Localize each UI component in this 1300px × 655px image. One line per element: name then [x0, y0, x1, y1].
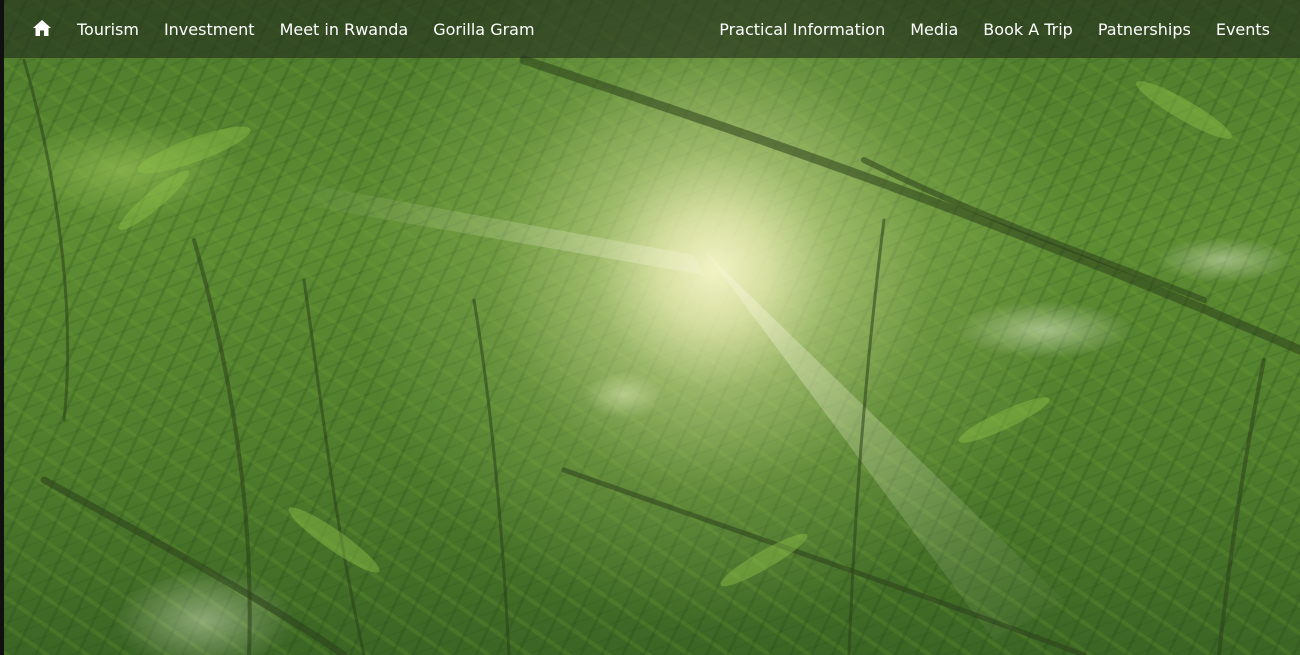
nav-item-events[interactable]: Events: [1216, 20, 1270, 39]
nav-right-group: Practical Information Media Book A Trip …: [719, 0, 1270, 58]
sunlight-overlay: [22, 55, 1300, 655]
page: Tourism Investment Meet in Rwanda Gorill…: [0, 0, 1300, 655]
main-navigation: Tourism Investment Meet in Rwanda Gorill…: [4, 0, 1300, 58]
nav-item-practical-information[interactable]: Practical Information: [719, 20, 885, 39]
nav-item-partnerships[interactable]: Patnerships: [1098, 20, 1191, 39]
nav-item-investment[interactable]: Investment: [164, 20, 255, 39]
home-icon[interactable]: [32, 18, 52, 38]
nav-item-media[interactable]: Media: [910, 20, 958, 39]
nav-item-gorilla-gram[interactable]: Gorilla Gram: [433, 20, 534, 39]
hero-image: [4, 0, 1300, 655]
nav-item-meet-in-rwanda[interactable]: Meet in Rwanda: [280, 20, 409, 39]
nav-left-group: Tourism Investment Meet in Rwanda Gorill…: [77, 0, 560, 58]
nav-item-book-a-trip[interactable]: Book A Trip: [983, 20, 1073, 39]
left-edge: [0, 0, 4, 655]
nav-item-tourism[interactable]: Tourism: [77, 20, 139, 39]
